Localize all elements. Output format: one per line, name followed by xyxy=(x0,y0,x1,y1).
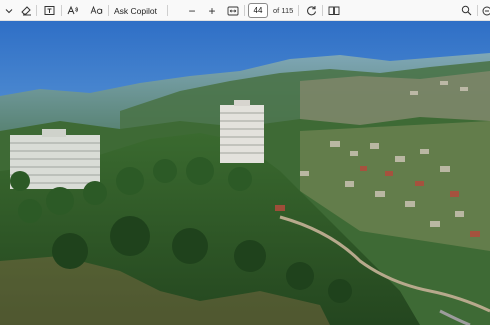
text-box-icon[interactable] xyxy=(41,0,57,21)
rotate-icon[interactable] xyxy=(303,0,319,21)
read-aloud-icon[interactable] xyxy=(65,0,81,21)
copilot-icon[interactable] xyxy=(481,0,490,21)
pdf-toolbar: Ask Copilot − + 44 of 115 xyxy=(0,0,490,21)
eraser-icon[interactable] xyxy=(18,0,34,21)
toolbar-divider xyxy=(298,5,299,16)
page-number-input[interactable]: 44 xyxy=(248,3,268,18)
ask-copilot-label: Ask Copilot xyxy=(114,5,157,16)
toolbar-divider xyxy=(167,5,168,16)
ask-copilot-button[interactable]: Ask Copilot xyxy=(114,0,158,21)
aerial-landscape-image xyxy=(0,21,490,325)
page-total: of 115 xyxy=(273,6,294,15)
zoom-out-glyph: − xyxy=(188,3,196,18)
translate-icon[interactable] xyxy=(88,0,104,21)
toolbar-divider xyxy=(36,5,37,16)
fit-page-icon[interactable] xyxy=(225,0,241,21)
toolbar-divider xyxy=(477,5,478,16)
toolbar-divider xyxy=(108,5,109,16)
chevron-down-icon[interactable] xyxy=(2,0,16,21)
toolbar-divider xyxy=(61,5,62,16)
zoom-out-icon[interactable]: − xyxy=(185,0,199,21)
toolbar-divider xyxy=(244,5,245,16)
toolbar-divider xyxy=(322,5,323,16)
search-icon[interactable] xyxy=(458,0,474,21)
document-page-photo xyxy=(0,21,490,325)
page-number-value: 44 xyxy=(253,6,263,15)
zoom-in-icon[interactable]: + xyxy=(205,0,219,21)
two-page-view-icon[interactable] xyxy=(326,0,342,21)
zoom-in-glyph: + xyxy=(208,3,216,18)
tower-building-center xyxy=(220,100,264,163)
